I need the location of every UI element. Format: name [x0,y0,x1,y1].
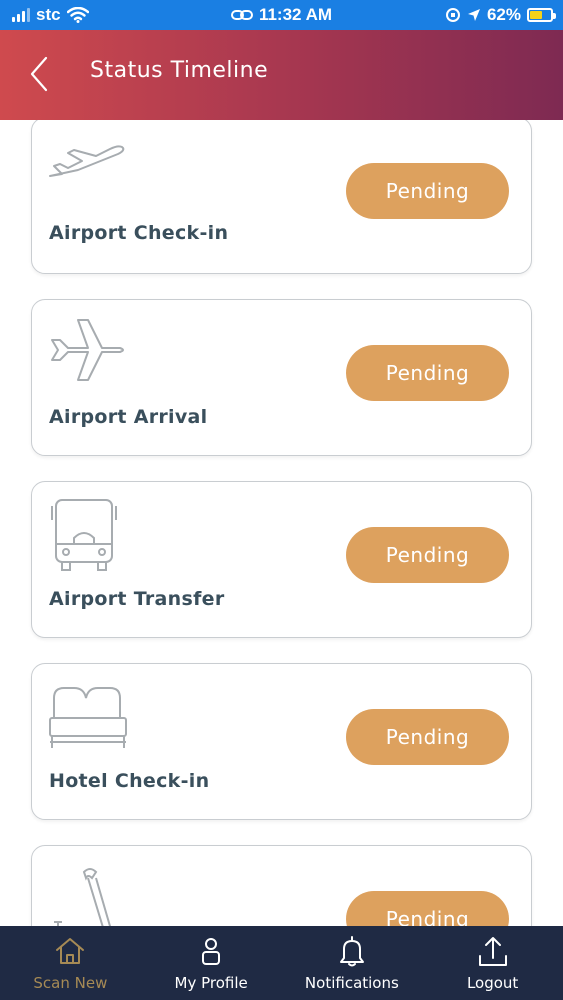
nav-my-profile[interactable]: My Profile [141,926,282,1000]
location-icon [467,9,480,21]
nav-label: Logout [466,974,519,992]
card-label: Airport Check-in [49,222,229,244]
timeline-card-hotel-checkin[interactable]: Hotel Check-in Pending [31,663,532,820]
status-badge[interactable]: Pending [346,345,509,401]
bed-icon [49,687,127,748]
battery-percent: 62% [486,5,521,24]
timeline-list[interactable]: Airport Check-in Pending Airport Arrival… [0,120,563,926]
timeline-card-airport-arrival[interactable]: Airport Arrival Pending [31,299,532,456]
timeline-card-next[interactable]: Pending [31,845,532,926]
nav-label: Scan New [33,974,108,992]
card-label: Hotel Check-in [49,770,210,792]
app-header: Status Timeline [0,30,563,120]
nav-logout[interactable]: Logout [422,926,563,1000]
page-title: Status Timeline [90,58,269,83]
card-label: Airport Arrival [49,406,208,428]
nav-notifications[interactable]: Notifications [282,926,423,1000]
status-bar: stc 11:32 AM 62% [0,0,563,30]
bottom-nav: Scan New My Profile Notifications Logout [0,926,563,1000]
crutch-icon [54,868,111,926]
chevron-left-icon [30,56,48,92]
plane-icon [51,319,124,381]
battery-fill [530,11,543,19]
nav-label: Notifications [304,974,399,992]
bell-icon [339,936,364,967]
status-badge[interactable]: Pending [346,891,509,926]
battery-icon [527,8,556,22]
status-badge[interactable]: Pending [346,163,509,219]
status-badge[interactable]: Pending [346,709,509,765]
upload-icon [478,937,507,966]
bus-icon [51,499,117,571]
status-badge[interactable]: Pending [346,527,509,583]
profile-icon [202,938,221,965]
link-icon [230,10,253,20]
back-button[interactable] [22,52,62,96]
nav-scan-new[interactable]: Scan New [0,926,141,1000]
plane-departure-icon [49,145,125,177]
nav-label: My Profile [174,974,248,992]
orientation-lock-icon [445,8,460,22]
status-bar-right: 62% [445,5,556,25]
home-icon [56,938,85,964]
timeline-card-airport-checkin[interactable]: Airport Check-in Pending [31,120,532,274]
card-label: Airport Transfer [49,588,225,610]
timeline-card-airport-transfer[interactable]: Airport Transfer Pending [31,481,532,638]
clock: 11:32 AM [258,5,333,24]
